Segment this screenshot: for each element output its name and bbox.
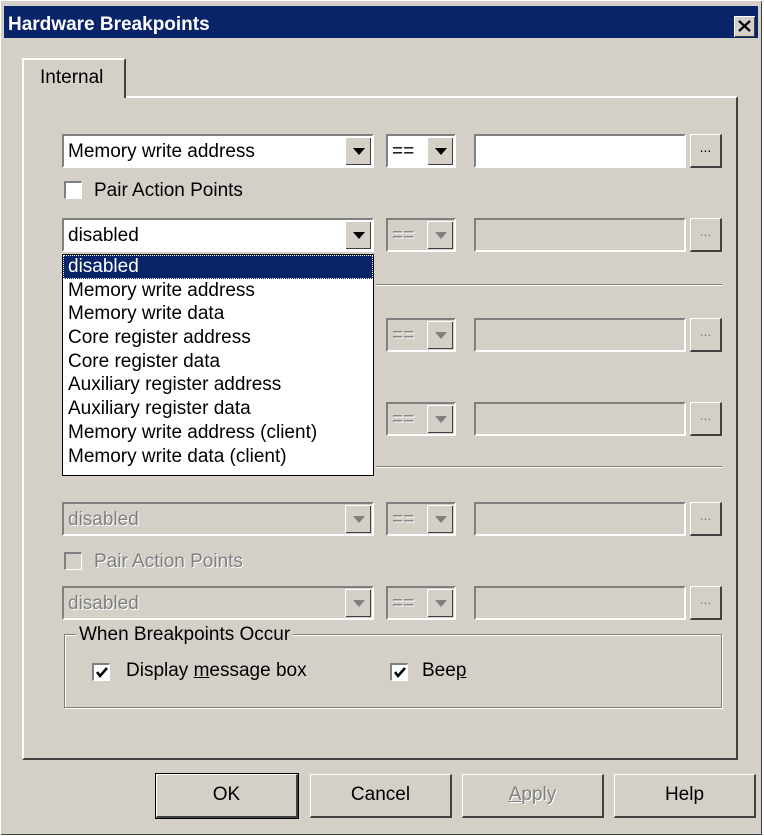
ok-button[interactable]: OK <box>155 773 299 819</box>
condition-select-1[interactable]: Memory write address <box>62 134 374 168</box>
browse-button-2: ... <box>690 218 722 252</box>
dropdown-option[interactable]: Core register address <box>63 326 373 350</box>
browse-button-5: ... <box>690 502 722 536</box>
chevron-down-icon <box>427 589 453 617</box>
apply-button: Apply <box>462 774 604 818</box>
dropdown-option[interactable]: Core register data <box>63 350 373 374</box>
condition-select-5-value: disabled <box>68 509 139 530</box>
chevron-down-icon <box>345 589 371 617</box>
operator-select-2-value: == <box>392 225 415 246</box>
hardware-breakpoints-dialog: Hardware Breakpoints Internal Memory wri… <box>0 0 762 835</box>
tab-internal-label: Internal <box>40 67 104 88</box>
chevron-down-icon[interactable] <box>345 221 371 249</box>
operator-select-3-value: == <box>392 325 415 346</box>
display-message-box-label-post: essage box <box>209 660 307 681</box>
close-button[interactable] <box>734 16 755 37</box>
operator-select-6: == <box>386 586 456 620</box>
group-title: When Breakpoints Occur <box>76 624 294 646</box>
condition-select-6-value: disabled <box>68 593 139 614</box>
condition-select-2-value: disabled <box>68 225 139 246</box>
beep-checkbox[interactable] <box>390 663 408 681</box>
chevron-down-icon <box>427 221 453 249</box>
display-message-box-label: Display message box <box>126 660 307 682</box>
tab-internal[interactable]: Internal <box>22 58 126 98</box>
browse-button-6: ... <box>690 586 722 620</box>
browse-button-1[interactable]: ... <box>690 134 722 168</box>
pair-action-points-checkbox-3 <box>64 552 82 570</box>
condition-select-5: disabled <box>62 502 374 536</box>
display-message-box-label-pre: Display <box>126 660 194 681</box>
value-input-4 <box>474 402 686 436</box>
beep-label-accel: p <box>455 660 467 681</box>
dropdown-option[interactable]: disabled <box>63 255 373 279</box>
pair-action-points-label-3: Pair Action Points <box>94 551 243 572</box>
operator-select-1-value: == <box>392 141 415 162</box>
window-title: Hardware Breakpoints <box>8 14 210 35</box>
chevron-down-icon[interactable] <box>427 137 453 165</box>
condition-select-6: disabled <box>62 586 374 620</box>
operator-select-2: == <box>386 218 456 252</box>
close-icon <box>738 20 751 32</box>
dropdown-option[interactable]: Auxiliary register address <box>63 373 373 397</box>
value-input-1[interactable] <box>474 134 686 168</box>
cancel-button[interactable]: Cancel <box>310 774 452 818</box>
operator-select-5: == <box>386 502 456 536</box>
dropdown-option[interactable]: Memory write data <box>63 302 373 326</box>
condition-select-2[interactable]: disabled <box>62 218 374 252</box>
help-button-label: Help <box>664 784 705 805</box>
operator-select-6-value: == <box>392 593 415 614</box>
chevron-down-icon <box>427 505 453 533</box>
browse-button-3: ... <box>690 318 722 352</box>
value-input-6 <box>474 586 686 620</box>
apply-button-accel: A <box>508 784 522 805</box>
ok-button-label: OK <box>212 784 241 805</box>
operator-select-5-value: == <box>392 509 415 530</box>
display-message-box-label-accel: m <box>193 660 210 681</box>
condition-select-1-value: Memory write address <box>68 141 255 162</box>
value-input-2 <box>474 218 686 252</box>
display-message-box-checkbox[interactable] <box>92 663 110 681</box>
chevron-down-icon <box>427 405 453 433</box>
dropdown-option[interactable]: Memory write address <box>63 279 373 303</box>
cancel-button-label: Cancel <box>350 784 411 805</box>
dropdown-option[interactable]: Auxiliary register data <box>63 397 373 421</box>
separator-1 <box>376 284 722 286</box>
operator-select-4: == <box>386 402 456 436</box>
apply-button-label: Apply <box>509 784 557 805</box>
value-input-3 <box>474 318 686 352</box>
beep-label-pre: Bee <box>422 660 456 681</box>
value-input-5 <box>474 502 686 536</box>
operator-select-4-value: == <box>392 409 415 430</box>
chevron-down-icon <box>427 321 453 349</box>
dropdown-option[interactable]: Memory write address (client) <box>63 421 373 445</box>
operator-select-1[interactable]: == <box>386 134 456 168</box>
beep-label: Beep <box>422 660 466 682</box>
checkmark-icon <box>96 667 108 678</box>
help-button[interactable]: Help <box>614 774 756 818</box>
browse-button-4: ... <box>690 402 722 436</box>
separator-2 <box>376 466 722 468</box>
dropdown-option[interactable]: Memory write data (client) <box>63 445 373 469</box>
chevron-down-icon[interactable] <box>345 137 371 165</box>
chevron-down-icon <box>345 505 371 533</box>
pair-action-points-label-1: Pair Action Points <box>94 180 243 201</box>
condition-dropdown-list[interactable]: disabled Memory write address Memory wri… <box>62 254 374 476</box>
checkmark-icon <box>394 667 406 678</box>
operator-select-3: == <box>386 318 456 352</box>
pair-action-points-checkbox-1[interactable] <box>64 181 82 199</box>
apply-button-rest: pply <box>521 784 557 805</box>
